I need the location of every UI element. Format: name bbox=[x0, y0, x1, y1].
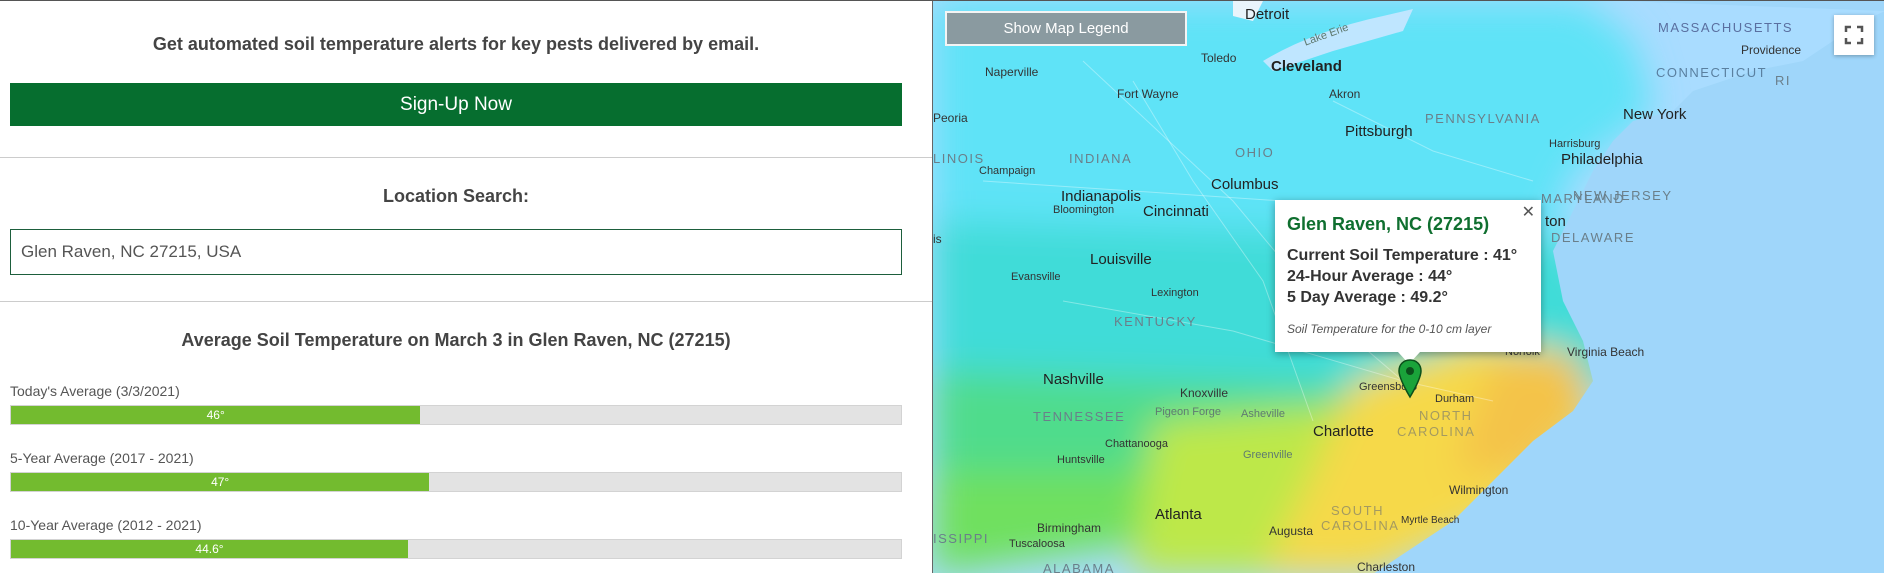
alert-promo-text: Get automated soil temperature alerts fo… bbox=[152, 34, 760, 54]
day-average: 24-Hour Average : 44° bbox=[1287, 268, 1453, 285]
map-label-harrisburg: Harrisburg bbox=[1549, 138, 1601, 150]
map-label-durham: Durham bbox=[1435, 393, 1475, 405]
map-label-cincinnati: Cincinnati bbox=[1143, 203, 1209, 220]
five-day-average: 5 Day Average : 49.2° bbox=[1287, 289, 1448, 306]
map-label-virginia-beach: Virginia Beach bbox=[1567, 345, 1645, 359]
location-info-popup: ✕ Glen Raven, NC (27215) Current Soil Te… bbox=[1275, 200, 1541, 364]
today-average-label: Today's Average (3/3/2021) bbox=[10, 383, 180, 399]
map-label-louisville: Louisville bbox=[1090, 251, 1152, 268]
map-label-philadelphia: Philadelphia bbox=[1561, 151, 1643, 168]
show-map-legend-button[interactable]: Show Map Legend bbox=[945, 11, 1187, 46]
map-label-akron: Akron bbox=[1329, 87, 1361, 101]
map-label-new-jersey: NEW JERSEY bbox=[1573, 188, 1673, 203]
signup-button[interactable]: Sign-Up Now bbox=[10, 83, 902, 126]
fullscreen-icon bbox=[1844, 25, 1864, 45]
map-label-is: is bbox=[933, 232, 942, 246]
map-label-ri: RI bbox=[1775, 73, 1791, 88]
map-label-illinois: LINOIS bbox=[933, 151, 985, 166]
map-label-pigeon-forge: Pigeon Forge bbox=[1155, 406, 1222, 418]
page-root: Get automated soil temperature alerts fo… bbox=[0, 0, 1884, 573]
five-year-average-fill: 47° bbox=[11, 473, 430, 491]
map-label-indiana: INDIANA bbox=[1069, 151, 1133, 166]
map-label-birmingham: Birmingham bbox=[1037, 521, 1102, 535]
ten-year-average-label: 10-Year Average (2012 - 2021) bbox=[10, 517, 202, 533]
map-label-pennsylvania: PENNSYLVANIA bbox=[1425, 111, 1541, 126]
five-year-average-bar: 47° bbox=[10, 472, 902, 492]
today-average-fill: 46° bbox=[11, 406, 421, 424]
map-label-wilmington: Wilmington bbox=[1449, 483, 1509, 497]
map-label-evansville: Evansville bbox=[1011, 271, 1061, 283]
today-average-bar: 46° bbox=[10, 405, 902, 425]
map-label-pittsburgh: Pittsburgh bbox=[1345, 123, 1413, 140]
close-icon[interactable]: ✕ bbox=[1522, 202, 1535, 222]
popup-title: Glen Raven, NC (27215) bbox=[1287, 214, 1490, 234]
map-label-connecticut: CONNECTICUT bbox=[1656, 65, 1768, 80]
map-label-mississippi: ISSIPPI bbox=[933, 531, 990, 546]
five-year-average-label: 5-Year Average (2017 - 2021) bbox=[10, 450, 194, 466]
location-marker-icon[interactable] bbox=[1398, 359, 1422, 399]
map-label-nashville: Nashville bbox=[1043, 371, 1104, 388]
popup-layer-note: Soil Temperature for the 0-10 cm layer bbox=[1287, 322, 1492, 336]
map-label-tennessee: TENNESSEE bbox=[1033, 409, 1126, 424]
map-label-charleston: Charleston bbox=[1357, 560, 1416, 573]
map-label-atlanta: Atlanta bbox=[1155, 506, 1202, 523]
map-label-carolina-nc: CAROLINA bbox=[1397, 424, 1476, 439]
map-label-columbus: Columbus bbox=[1211, 176, 1279, 193]
map-label-massachusetts: MASSACHUSETTS bbox=[1658, 20, 1794, 35]
fullscreen-button[interactable] bbox=[1834, 15, 1874, 55]
map-label-augusta: Augusta bbox=[1269, 524, 1314, 538]
map-label-indianapolis: Indianapolis bbox=[1061, 188, 1142, 205]
map-label-ohio: OHIO bbox=[1235, 145, 1275, 160]
ten-year-average-bar: 44.6° bbox=[10, 539, 902, 559]
map-label-bloomington: Bloomington bbox=[1053, 204, 1115, 216]
ten-year-average-fill: 44.6° bbox=[11, 540, 408, 558]
map-label-north: NORTH bbox=[1419, 408, 1473, 423]
map-label-south: SOUTH bbox=[1331, 503, 1384, 518]
map-label-alabama: ALABAMA bbox=[1043, 561, 1115, 573]
map-label-fort-wayne: Fort Wayne bbox=[1117, 87, 1179, 101]
map-label-asheville: Asheville bbox=[1241, 408, 1286, 420]
map-label-tuscaloosa: Tuscaloosa bbox=[1009, 538, 1065, 550]
map-label-carolina-sc: CAROLINA bbox=[1321, 518, 1400, 533]
map-label-detroit: Detroit bbox=[1245, 6, 1290, 23]
map-label-delaware: DELAWARE bbox=[1551, 230, 1635, 245]
location-search-label: Location Search: bbox=[382, 186, 530, 206]
average-soil-temp-title: Average Soil Temperature on March 3 in G… bbox=[181, 330, 731, 350]
section-divider bbox=[0, 301, 932, 302]
map-label-huntsville: Huntsville bbox=[1057, 454, 1105, 466]
map-label-myrtle-beach: Myrtle Beach bbox=[1401, 515, 1460, 526]
map-label-peoria: Peoria bbox=[933, 111, 968, 125]
section-divider bbox=[0, 157, 932, 158]
map-label-cleveland: Cleveland bbox=[1271, 58, 1342, 75]
map-label-toledo: Toledo bbox=[1201, 51, 1237, 65]
map-label-champaign: Champaign bbox=[979, 165, 1036, 177]
info-panel: Get automated soil temperature alerts fo… bbox=[0, 1, 932, 573]
map-label-lexington: Lexington bbox=[1151, 287, 1199, 299]
map-label-greenville: Greenville bbox=[1243, 449, 1293, 461]
current-soil-temp: Current Soil Temperature : 41° bbox=[1287, 247, 1518, 264]
location-search-input[interactable] bbox=[10, 229, 902, 275]
map-label-charlotte: Charlotte bbox=[1313, 423, 1374, 440]
soil-temperature-map[interactable]: Show Map Legend Detroit Toledo Cleveland… bbox=[932, 1, 1884, 573]
map-label-knoxville: Knoxville bbox=[1180, 386, 1229, 400]
map-label-kentucky: KENTUCKY bbox=[1114, 314, 1197, 329]
map-label-new-york: New York bbox=[1623, 106, 1687, 123]
map-label-ton: ton bbox=[1545, 213, 1566, 230]
map-label-chattanooga: Chattanooga bbox=[1105, 438, 1168, 450]
map-label-providence: Providence bbox=[1741, 43, 1802, 57]
map-label-naperville: Naperville bbox=[985, 65, 1039, 79]
